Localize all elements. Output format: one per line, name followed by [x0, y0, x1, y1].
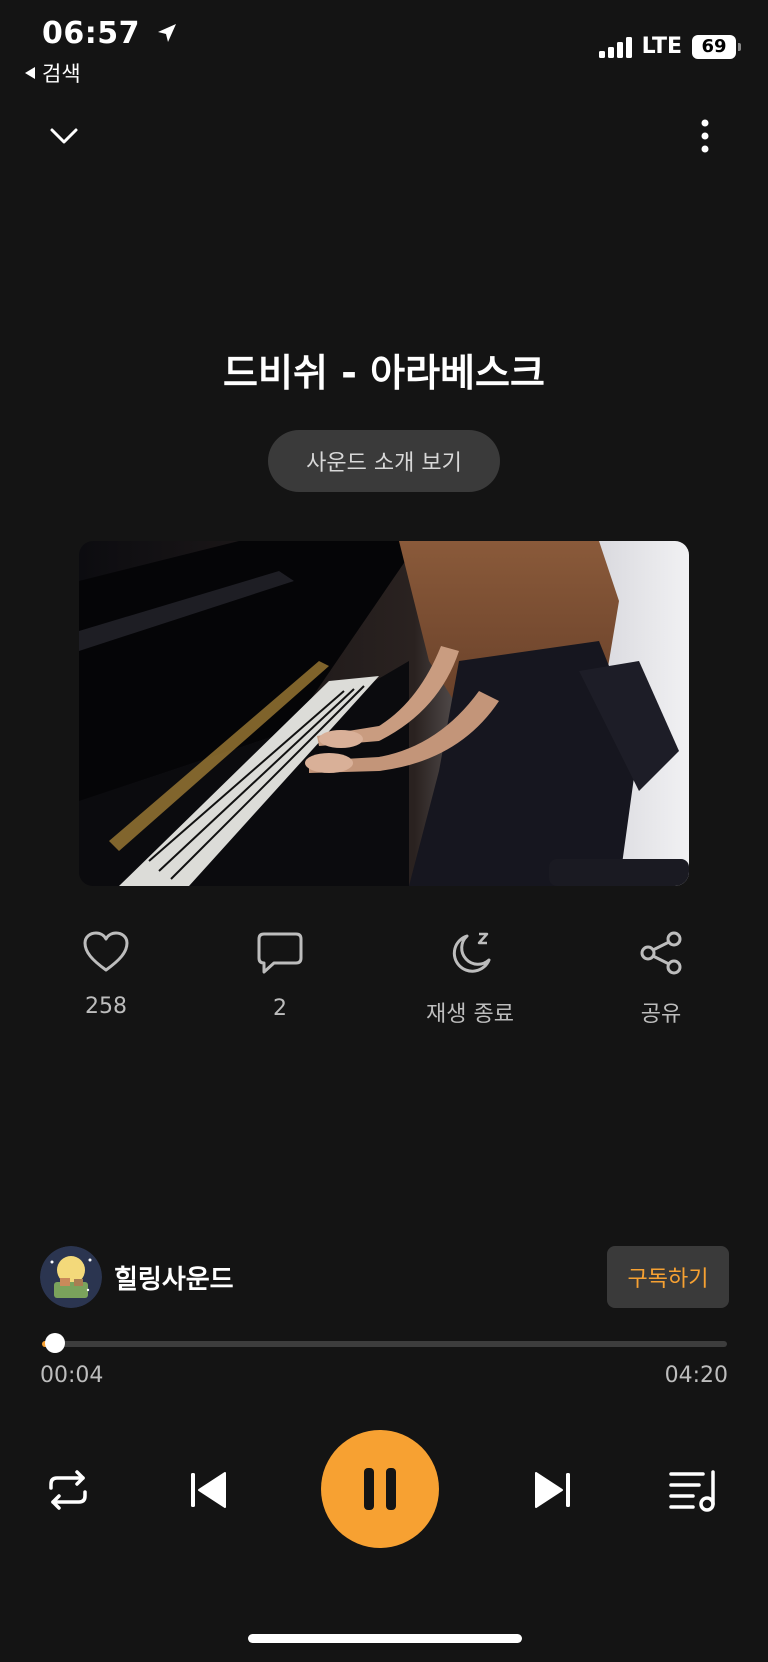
playlist-music-icon	[669, 1470, 715, 1512]
sleep-timer-action[interactable]: 재생 종료	[400, 930, 540, 1028]
previous-button[interactable]	[180, 1462, 236, 1518]
share-label: 공유	[640, 1002, 682, 1027]
like-count: 258	[85, 994, 127, 1019]
skip-next-icon	[535, 1472, 570, 1508]
status-right: LTE 69	[598, 34, 741, 59]
back-label: 검색	[42, 62, 81, 86]
like-action[interactable]: 258	[36, 930, 176, 1019]
current-time: 00:04	[40, 1363, 104, 1388]
location-arrow-icon	[157, 24, 176, 42]
chevron-down-icon	[50, 128, 78, 144]
progress-bar[interactable]	[42, 1341, 727, 1347]
progress-knob[interactable]	[45, 1333, 65, 1353]
battery-icon: 69	[692, 34, 741, 59]
subscribe-button[interactable]: 구독하기	[607, 1246, 729, 1308]
skip-previous-icon	[191, 1472, 226, 1508]
girl-playing-piano-image	[79, 541, 689, 886]
sleep-timer-label: 재생 종료	[426, 1002, 514, 1027]
total-time: 04:20	[664, 1363, 728, 1388]
back-triangle-icon	[25, 67, 35, 79]
next-button[interactable]	[525, 1462, 581, 1518]
back-to-search-link[interactable]: 검색	[24, 58, 81, 88]
heart-icon	[83, 931, 129, 972]
pause-icon	[364, 1468, 396, 1510]
battery-level: 69	[701, 36, 727, 57]
playlist-button[interactable]	[666, 1462, 722, 1518]
network-type: LTE	[641, 34, 682, 59]
repeat-button[interactable]	[40, 1462, 96, 1518]
signal-icon	[598, 36, 632, 58]
comment-count: 2	[273, 996, 287, 1021]
collapse-button[interactable]	[44, 116, 84, 156]
artwork-image	[79, 541, 689, 886]
track-title: 드비쉬 - 아라베스크	[223, 351, 545, 395]
repeat-icon	[49, 1470, 87, 1510]
status-time-text: 06:57	[42, 16, 140, 51]
channel-name[interactable]: 힐링사운드	[114, 1259, 234, 1296]
status-time: 06:57	[42, 16, 179, 51]
moon-sleep-icon	[452, 932, 491, 973]
comment-action[interactable]: 2	[210, 930, 350, 1021]
home-indicator[interactable]	[248, 1634, 522, 1643]
share-icon	[640, 931, 682, 975]
channel-avatar[interactable]	[40, 1246, 102, 1308]
sound-intro-button[interactable]: 사운드 소개 보기	[268, 430, 500, 492]
share-action[interactable]: 공유	[591, 930, 731, 1028]
pause-button[interactable]	[321, 1430, 439, 1548]
more-options-button[interactable]	[690, 114, 720, 158]
comment-icon	[257, 932, 303, 974]
channel-logo-icon	[40, 1246, 102, 1308]
more-vertical-icon	[701, 119, 709, 153]
